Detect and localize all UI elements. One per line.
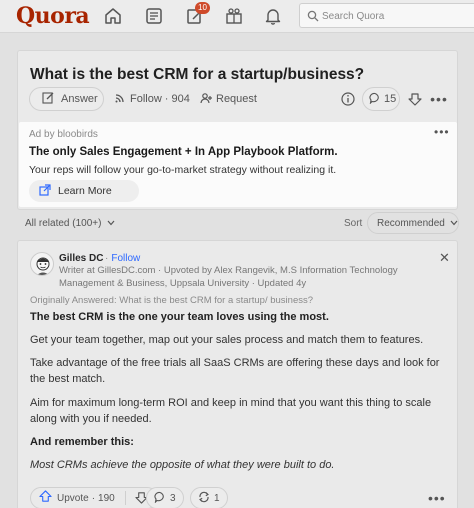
rss-icon <box>114 92 126 107</box>
request-icon <box>200 92 212 107</box>
follow-label: Follow <box>130 93 162 105</box>
question-title[interactable]: What is the best CRM for a startup/busin… <box>30 66 364 84</box>
chevron-down-icon <box>107 218 115 229</box>
ad-more-icon[interactable]: ••• <box>434 125 450 139</box>
answer-paragraph: Take advantage of the free trials all Sa… <box>30 357 440 385</box>
quora-logo[interactable]: Quora <box>16 3 90 29</box>
home-icon[interactable] <box>100 3 126 29</box>
more-options-icon[interactable]: ••• <box>428 490 446 506</box>
search-icon <box>307 9 319 27</box>
author-credentials: Writer at GillesDC.com · Upvoted by Alex… <box>59 265 398 289</box>
comments-button[interactable]: 15 <box>362 87 400 111</box>
answer-comment-count: 3 <box>170 492 176 504</box>
external-link-icon <box>39 183 51 199</box>
answer-paragraph: Get your team together, map out your sal… <box>30 334 424 346</box>
answer-label: Answer <box>61 93 98 105</box>
share-icon <box>198 491 210 506</box>
sort-value: Recommended <box>377 217 445 229</box>
sort-label: Sort <box>344 218 363 229</box>
all-related-dropdown[interactable]: All related (100+) <box>25 218 115 229</box>
answer-card: Gilles DC · Follow Writer at GillesDC.com… <box>17 240 458 508</box>
answer-paragraph: Aim for maximum long-term ROI and keep i… <box>30 397 432 425</box>
ad-body: Your reps will follow your go-to-market … <box>29 164 337 176</box>
upvote-count: 190 <box>98 492 115 504</box>
upvote-label: Upvote <box>57 492 89 504</box>
request-button[interactable]: Request <box>200 87 270 111</box>
pencil-icon <box>42 91 55 107</box>
answer-actions: Upvote · 190 3 1 ••• <box>18 487 459 508</box>
answer-paragraph: Most CRMs achieve the opposite of what t… <box>30 459 335 471</box>
divider <box>125 491 126 505</box>
search-input[interactable] <box>322 8 472 24</box>
sort-dropdown[interactable]: Recommended <box>367 212 459 234</box>
originally-answered[interactable]: Originally Answered: What is the best CR… <box>30 295 313 306</box>
answer-paragraph: And remember this: <box>30 436 134 448</box>
avatar[interactable] <box>30 252 54 276</box>
sponsored-ad: Ad by bloobirds ••• The only Sales Engag… <box>19 122 457 207</box>
downvote-icon[interactable] <box>406 87 424 111</box>
learn-more-label: Learn More <box>58 185 112 197</box>
ad-headline[interactable]: The only Sales Engagement + In App Playb… <box>29 146 338 158</box>
dot-separator: · <box>164 93 169 105</box>
follow-count: 904 <box>171 93 190 105</box>
follow-author-link[interactable]: · Follow <box>105 253 140 264</box>
search-bar[interactable] <box>299 3 474 28</box>
upvote-icon <box>39 490 52 506</box>
answer-paragraph: The best CRM is the one your team loves … <box>30 311 329 323</box>
following-icon[interactable] <box>141 3 167 29</box>
close-icon[interactable]: ✕ <box>439 250 450 266</box>
more-options-icon[interactable]: ••• <box>430 87 448 111</box>
dot-separator: · <box>105 253 109 264</box>
share-count: 1 <box>214 492 220 504</box>
all-related-label: All related (100+) <box>25 218 102 229</box>
follow-author-label: Follow <box>111 253 141 264</box>
top-nav: Quora 10 <box>0 0 474 33</box>
comment-count: 15 <box>384 93 397 105</box>
dot-separator: · <box>91 492 96 504</box>
ad-label[interactable]: Ad by bloobirds <box>29 129 98 140</box>
info-icon[interactable] <box>338 87 358 111</box>
comment-icon <box>154 491 166 506</box>
notifications-icon[interactable] <box>260 3 286 29</box>
notification-badge: 10 <box>195 2 210 14</box>
learn-more-button[interactable]: Learn More <box>29 180 139 202</box>
follow-question-button[interactable]: Follow · 904 <box>114 87 196 111</box>
answers-filter-row: All related (100+) Sort Recommended <box>0 212 474 236</box>
answer-comments-button[interactable]: 3 <box>146 487 184 508</box>
chevron-down-icon <box>450 218 458 229</box>
share-button[interactable]: 1 <box>190 487 228 508</box>
answer-button[interactable]: Answer <box>29 87 104 111</box>
spaces-icon[interactable] <box>221 3 247 29</box>
comment-icon <box>369 92 381 107</box>
request-label: Request <box>216 93 257 105</box>
upvote-button[interactable]: Upvote · 190 <box>30 487 158 508</box>
author-name[interactable]: Gilles DC <box>59 253 103 264</box>
